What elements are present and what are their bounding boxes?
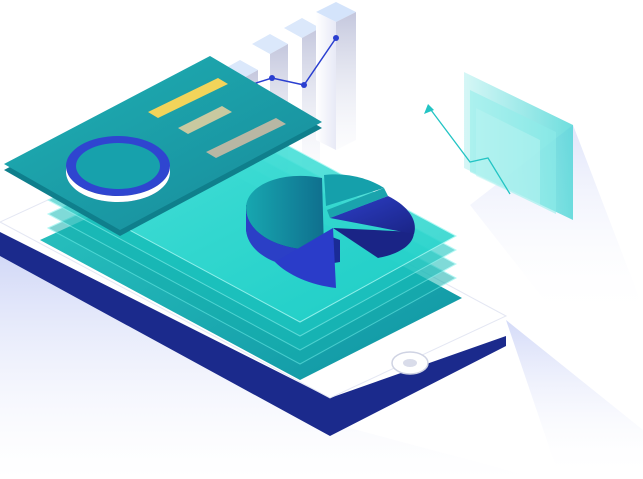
trend-point — [269, 75, 275, 81]
trend-point — [333, 35, 339, 41]
isometric-analytics-illustration — [0, 0, 643, 479]
ring-chart-hole — [76, 143, 160, 189]
light-beam-right — [506, 320, 643, 479]
trend-point — [301, 82, 307, 88]
home-button-center — [403, 359, 417, 367]
illustration-canvas — [0, 2, 643, 479]
bar-4-side — [336, 12, 356, 150]
